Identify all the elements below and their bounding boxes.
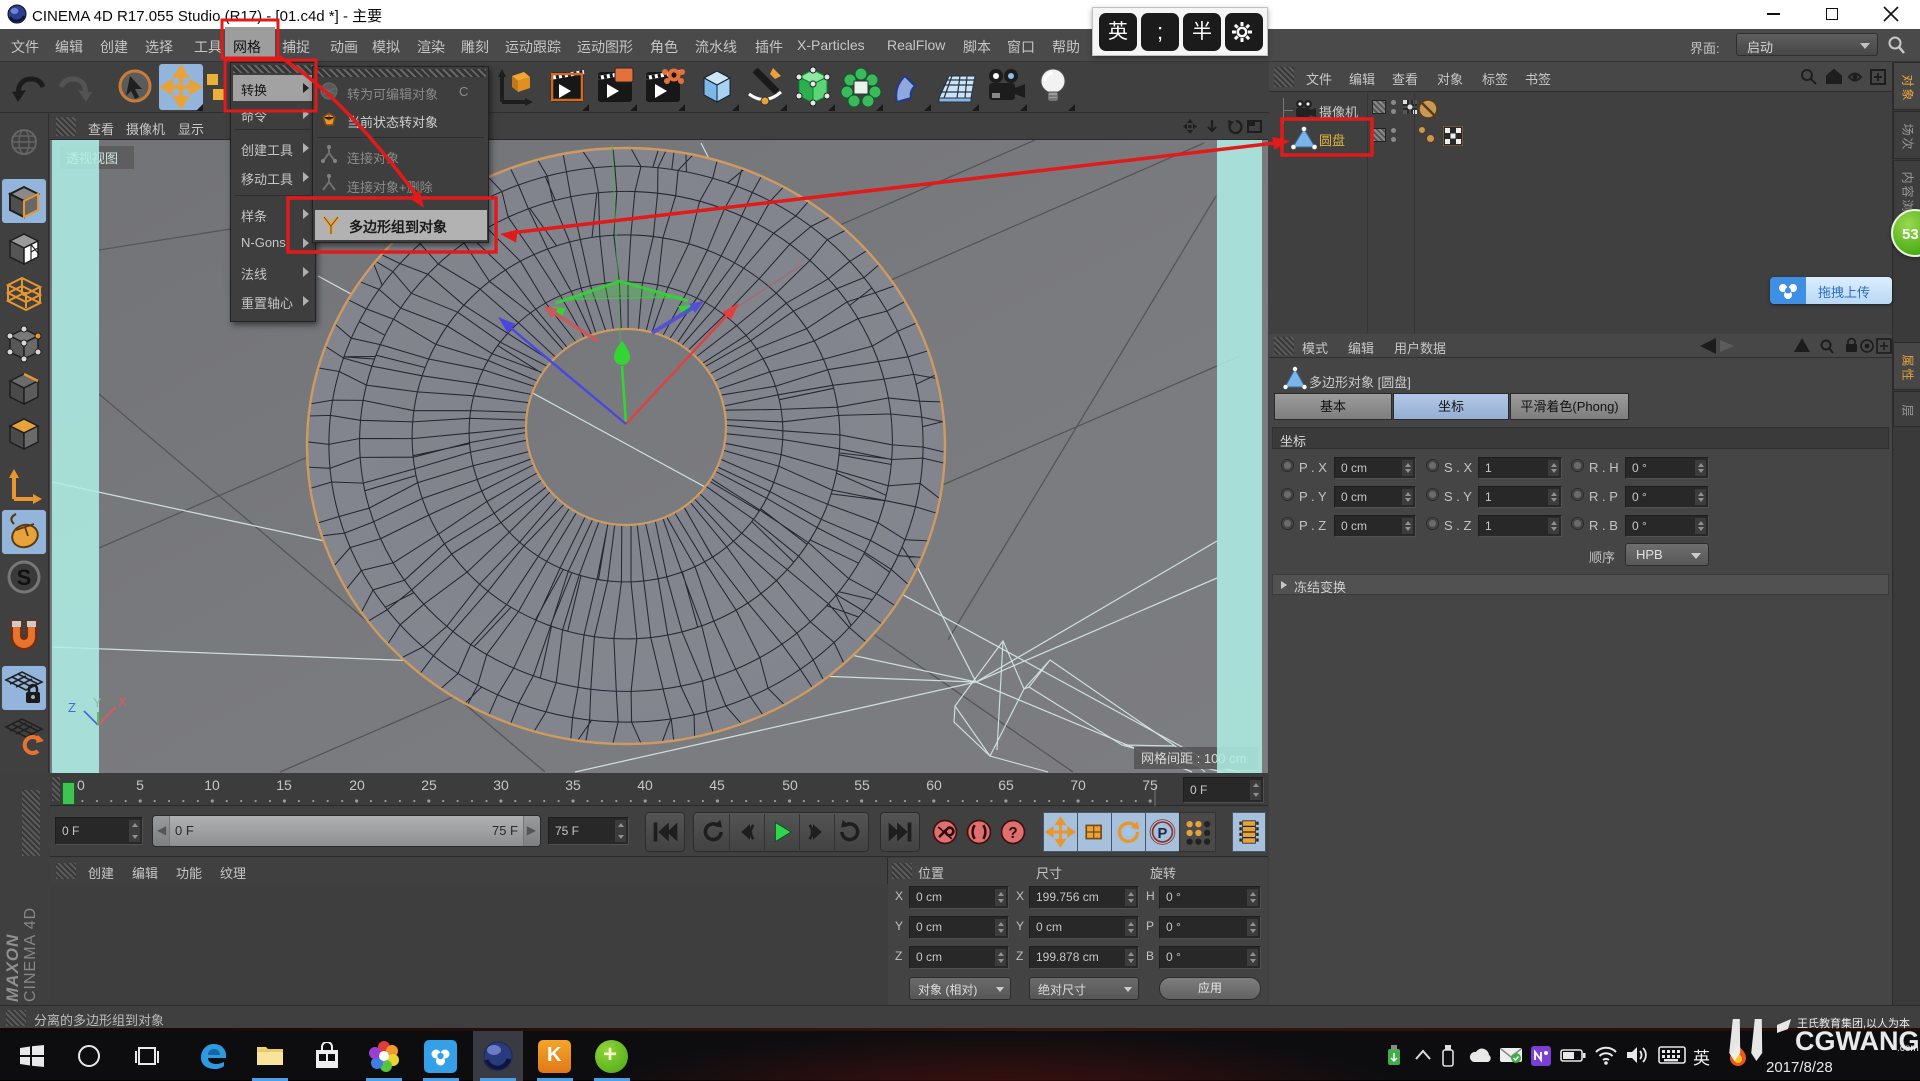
svg-text:Y: Y [93,695,102,710]
svg-text:X: X [118,694,127,709]
svg-text:P: P [1158,826,1168,842]
svg-text:S: S [17,565,32,590]
svg-text:?: ? [1008,825,1017,842]
svg-text:Z: Z [68,700,76,715]
